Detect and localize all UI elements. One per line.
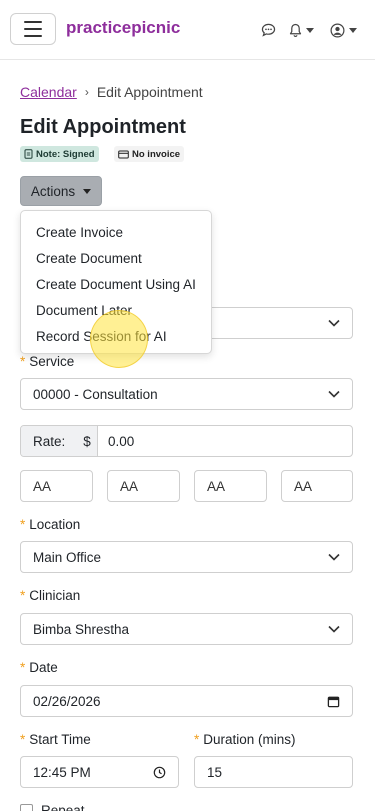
chevron-down-icon <box>328 625 340 633</box>
modifier-input-3[interactable]: AA <box>194 470 267 502</box>
invoice-status-badge: No invoice <box>114 146 185 162</box>
actions-dropdown-button[interactable]: Actions <box>20 176 102 206</box>
note-status-label: Note: Signed <box>36 148 95 160</box>
location-value: Main Office <box>33 549 102 565</box>
menu-item-document-later[interactable]: Document Later <box>21 297 211 323</box>
user-circle-icon <box>330 23 345 37</box>
chevron-down-icon <box>306 27 314 33</box>
clinician-value: Bimba Shrestha <box>33 621 130 637</box>
location-select[interactable]: Main Office <box>20 541 353 573</box>
repeat-label: Repeat <box>41 803 85 811</box>
chevron-down-icon <box>83 188 92 194</box>
document-icon <box>24 149 33 159</box>
location-label: * Location <box>20 517 81 532</box>
invoice-status-label: No invoice <box>132 148 181 160</box>
menu-item-record-session-ai[interactable]: Record Session for AI <box>21 323 211 349</box>
rate-input-group: Rate: $ 0.00 <box>20 425 353 457</box>
chat-icon <box>261 23 276 37</box>
chevron-down-icon <box>328 319 340 327</box>
modifier-input-1[interactable]: AA <box>20 470 93 502</box>
calendar-icon[interactable] <box>327 695 340 708</box>
hamburger-icon <box>24 21 42 23</box>
duration-input[interactable]: 15 <box>194 756 353 788</box>
chevron-down-icon <box>328 390 340 398</box>
brand-logo[interactable]: practicepicnic <box>66 18 180 38</box>
chevron-down-icon <box>349 27 357 33</box>
clock-icon[interactable] <box>153 766 166 779</box>
notifications-button[interactable] <box>289 20 314 40</box>
currency-symbol: $ <box>83 433 91 449</box>
service-label: * Service <box>20 354 75 369</box>
duration-label: * Duration (mins) <box>194 732 296 747</box>
modifier-input-4[interactable]: AA <box>281 470 353 502</box>
top-navbar: practicepicnic <box>0 0 375 60</box>
rate-input[interactable]: 0.00 <box>98 426 352 456</box>
chat-button[interactable] <box>261 20 276 40</box>
chevron-down-icon <box>328 553 340 561</box>
note-status-badge: Note: Signed <box>20 146 99 162</box>
repeat-checkbox[interactable] <box>20 804 33 811</box>
menu-item-create-document[interactable]: Create Document <box>21 245 211 271</box>
start-time-label: * Start Time <box>20 732 91 747</box>
date-value: 02/26/2026 <box>33 693 101 709</box>
service-value: 00000 - Consultation <box>33 386 158 402</box>
start-time-input[interactable]: 12:45 PM <box>20 756 179 788</box>
date-input[interactable]: 02/26/2026 <box>20 685 353 717</box>
breadcrumb-calendar-link[interactable]: Calendar <box>20 84 77 100</box>
actions-dropdown-menu: Create Invoice Create Document Create Do… <box>20 210 212 354</box>
breadcrumb: Calendar › Edit Appointment <box>20 84 203 100</box>
breadcrumb-current: Edit Appointment <box>96 84 203 100</box>
page-title: Edit Appointment <box>20 116 186 138</box>
user-menu-button[interactable] <box>330 20 357 40</box>
hamburger-menu-button[interactable] <box>10 13 56 45</box>
rate-addon: Rate: $ <box>21 426 98 456</box>
clinician-select[interactable]: Bimba Shrestha <box>20 613 353 645</box>
repeat-checkbox-row[interactable]: Repeat <box>20 803 85 811</box>
menu-item-create-document-ai[interactable]: Create Document Using AI <box>21 271 211 297</box>
start-time-value: 12:45 PM <box>33 764 91 780</box>
bell-icon <box>289 23 302 37</box>
actions-label: Actions <box>30 183 76 199</box>
service-select[interactable]: 00000 - Consultation <box>20 378 353 410</box>
breadcrumb-separator: › <box>84 85 89 99</box>
modifier-input-2[interactable]: AA <box>107 470 180 502</box>
rate-label: Rate: <box>33 433 66 449</box>
menu-item-create-invoice[interactable]: Create Invoice <box>21 219 211 245</box>
date-label: * Date <box>20 660 58 675</box>
clinician-label: * Clinician <box>20 588 81 603</box>
receipt-icon <box>118 150 129 158</box>
